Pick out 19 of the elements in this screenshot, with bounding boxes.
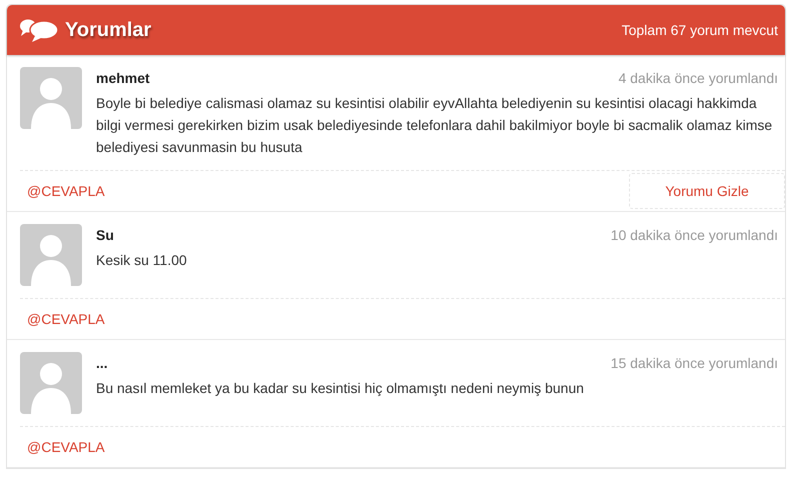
comment-time: 4 dakika önce yorumlandı: [618, 70, 778, 86]
reply-link[interactable]: @CEVAPLA: [20, 311, 105, 327]
avatar-icon: [20, 352, 82, 414]
comment-time: 10 dakika önce yorumlandı: [610, 227, 778, 243]
avatar-icon: [20, 67, 82, 129]
comment-text: Kesik su 11.00: [96, 251, 188, 270]
comment-text: Boyle bi belediye calismasi olamaz su kesintisi olabilir eyvAllahta belediyenin su kesintisi olacagi hakkimda bilgi vermesi gerekirken bizim usak belediyesinde telefonlara dahil bakilmiyor boyle bi sacmalik olamaz kimse belediyesi savunmasin bu husuta: [96, 94, 774, 157]
avatar-icon: [20, 224, 82, 286]
comment-author: mehmet: [96, 70, 150, 86]
speech-bubbles-icon: [19, 17, 59, 43]
hide-comment-button[interactable]: Yorumu Gizle: [629, 173, 785, 209]
comments-title: Yorumlar: [65, 18, 152, 42]
comment-author: ...: [96, 355, 108, 371]
comment-author: Su: [96, 227, 114, 243]
comment-time: 15 dakika önce yorumlandı: [610, 355, 778, 371]
comment-total: Toplam 67 yorum mevcut: [622, 22, 778, 38]
reply-link[interactable]: @CEVAPLA: [20, 439, 105, 455]
reply-link[interactable]: @CEVAPLA: [20, 183, 105, 199]
comment-text: Bu nasıl memleket ya bu kadar su kesintisi hiç olmamıştı nedeni neymiş bunun: [96, 379, 585, 398]
